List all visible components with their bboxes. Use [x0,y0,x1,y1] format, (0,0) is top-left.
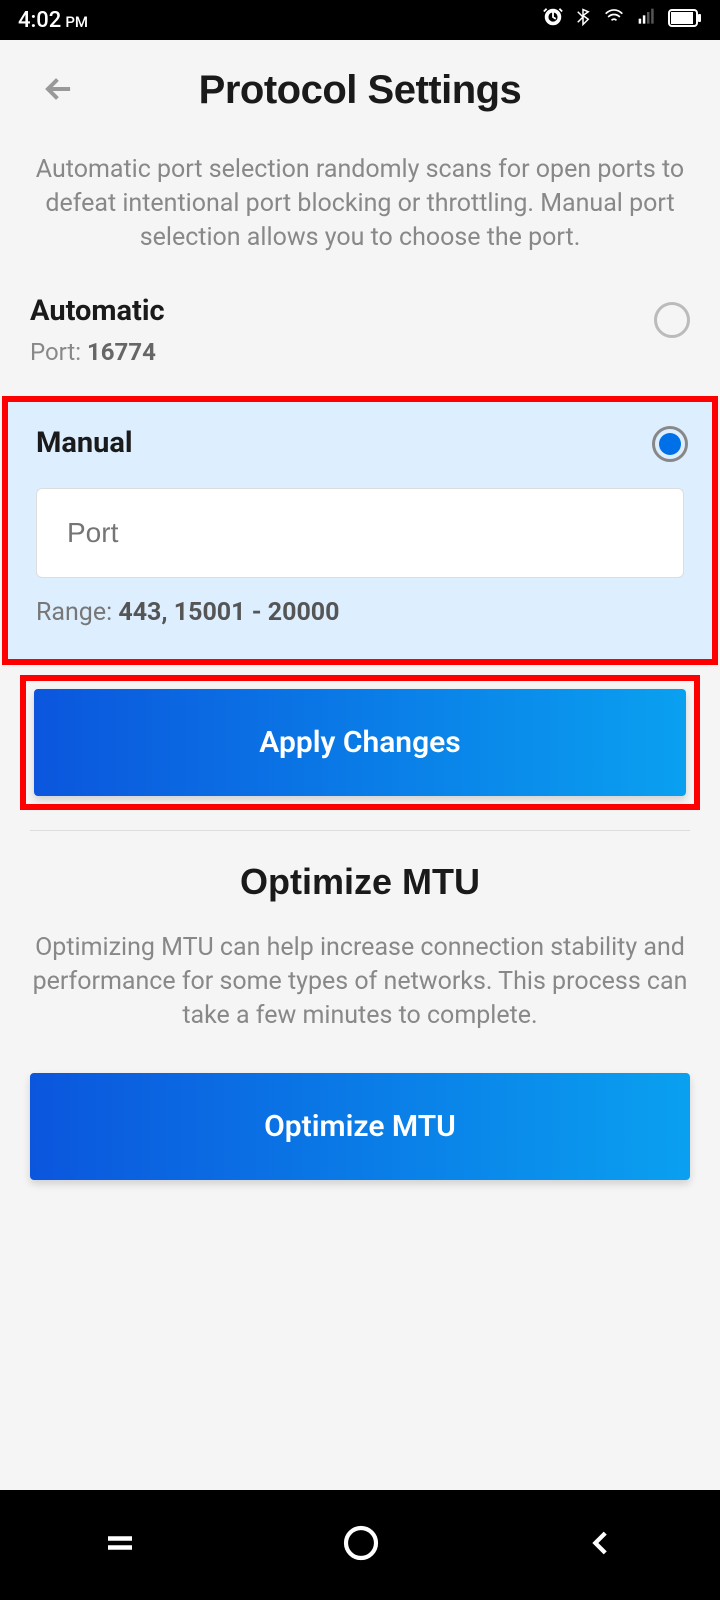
signal-icon [636,7,658,33]
automatic-port-value: 16774 [87,338,156,366]
back-nav-button[interactable] [584,1526,618,1564]
port-input[interactable] [36,488,684,578]
automatic-port-label: Port: [30,338,87,366]
range-label: Range: [36,598,118,627]
optimize-mtu-button[interactable]: Optimize MTU [30,1073,690,1180]
back-button[interactable] [40,70,78,112]
status-icons [542,6,702,34]
battery-icon [668,8,702,33]
apply-highlight: Apply Changes [20,675,700,810]
automatic-option[interactable]: Automatic Port: 16774 [0,272,720,388]
alarm-icon [542,6,564,34]
mtu-description: Optimizing MTU can help increase connect… [0,931,720,1032]
manual-radio[interactable] [652,426,688,462]
manual-highlight: Manual Range: 443, 15001 - 20000 [2,396,718,665]
header: Protocol Settings [0,40,720,141]
automatic-radio[interactable] [654,302,690,338]
status-time: 4:02 PM [18,8,88,33]
status-bar: 4:02 PM [0,0,720,40]
automatic-title: Automatic [30,294,690,328]
range-value: 443, 15001 - 20000 [118,598,339,627]
divider [30,830,690,831]
manual-title: Manual [36,426,684,460]
home-button[interactable] [341,1523,381,1567]
recent-apps-button[interactable] [102,1525,138,1565]
wifi-icon [602,7,626,33]
manual-option[interactable]: Manual Range: 443, 15001 - 20000 [8,402,712,659]
automatic-port: Port: 16774 [30,338,690,366]
page-title: Protocol Settings [30,68,690,113]
time-ampm: PM [65,13,88,31]
navigation-bar [0,1490,720,1600]
port-range: Range: 443, 15001 - 20000 [36,598,684,627]
mtu-section-title: Optimize MTU [0,861,720,903]
time-value: 4:02 [18,8,61,33]
port-description: Automatic port selection randomly scans … [0,153,720,254]
apply-changes-button[interactable]: Apply Changes [34,689,686,796]
bluetooth-icon [574,6,592,34]
